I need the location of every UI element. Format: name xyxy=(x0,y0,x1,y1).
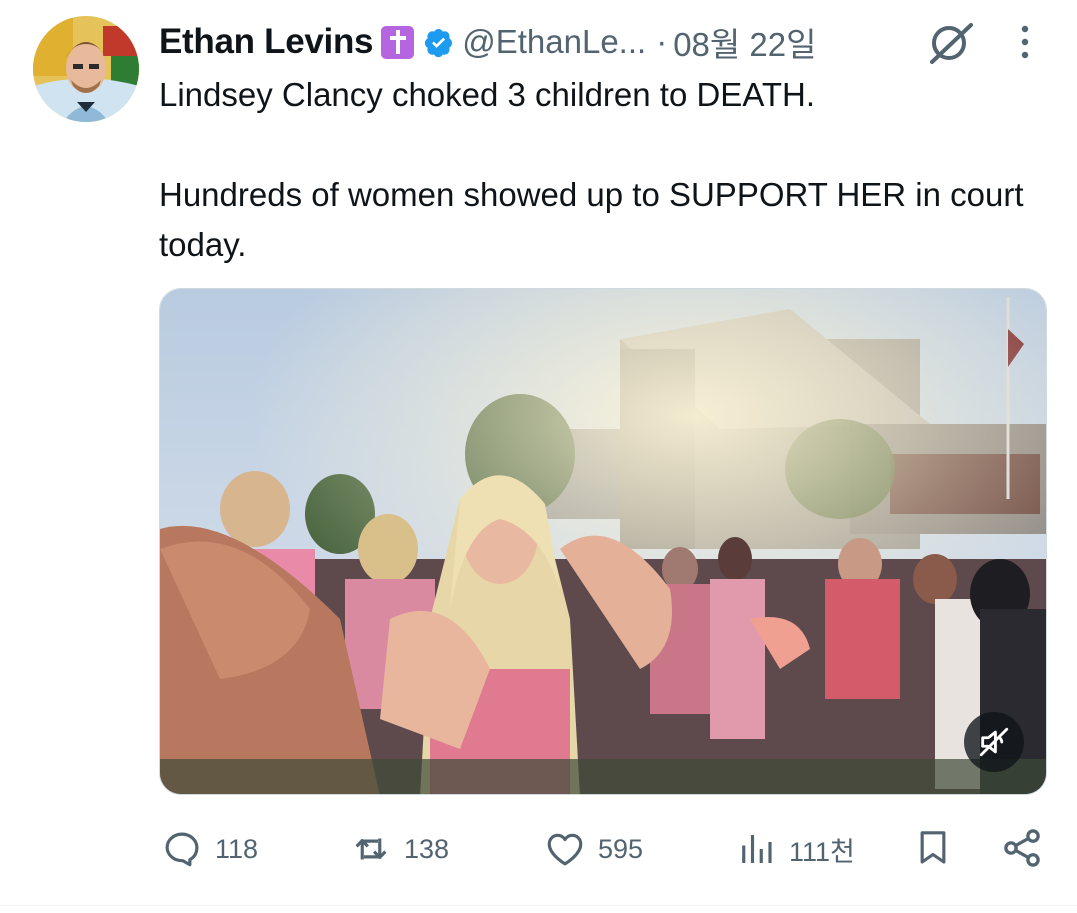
author-name[interactable]: Ethan Levins xyxy=(159,22,374,62)
tweet-text: Lindsey Clancy choked 3 children to DEAT… xyxy=(159,70,1049,270)
like-button[interactable]: 595 xyxy=(544,828,643,870)
muted-speaker-icon xyxy=(979,727,1009,757)
tweet-header: Ethan Levins @EthanLe... · 08월 22일 xyxy=(159,20,817,64)
reply-button[interactable]: 118 xyxy=(161,828,258,870)
views-button[interactable]: 111천 xyxy=(735,828,855,870)
repost-count: 138 xyxy=(404,833,450,864)
tweet-text-line2: Hundreds of women showed up to SUPPORT H… xyxy=(159,176,1024,263)
video-mute-button[interactable] xyxy=(964,712,1024,772)
tweet-text-line1: Lindsey Clancy choked 3 children to DEAT… xyxy=(159,76,816,113)
reply-icon xyxy=(165,832,199,867)
grok-icon[interactable] xyxy=(925,20,975,66)
heart-icon xyxy=(547,833,583,866)
views-chart-icon xyxy=(742,835,772,863)
avatar-image xyxy=(33,16,139,122)
more-options-icon[interactable] xyxy=(1015,24,1035,60)
like-count: 595 xyxy=(598,833,644,864)
bottom-divider xyxy=(0,905,1077,906)
share-icon[interactable] xyxy=(1000,826,1044,870)
author-handle[interactable]: @EthanLe... xyxy=(462,23,646,61)
cross-badge-icon xyxy=(381,25,415,59)
reply-count: 118 xyxy=(215,833,259,864)
repost-icon xyxy=(355,838,387,860)
bookmark-icon[interactable] xyxy=(913,826,953,868)
video-frame xyxy=(160,289,1046,794)
author-avatar[interactable] xyxy=(33,16,139,122)
header-separator: · xyxy=(656,23,668,60)
tweet-video[interactable] xyxy=(159,288,1047,795)
verified-badge-icon xyxy=(425,28,453,57)
tweet-date[interactable]: 08월 22일 xyxy=(673,18,816,66)
views-count: 111천 xyxy=(789,836,855,867)
repost-button[interactable]: 138 xyxy=(350,828,449,870)
